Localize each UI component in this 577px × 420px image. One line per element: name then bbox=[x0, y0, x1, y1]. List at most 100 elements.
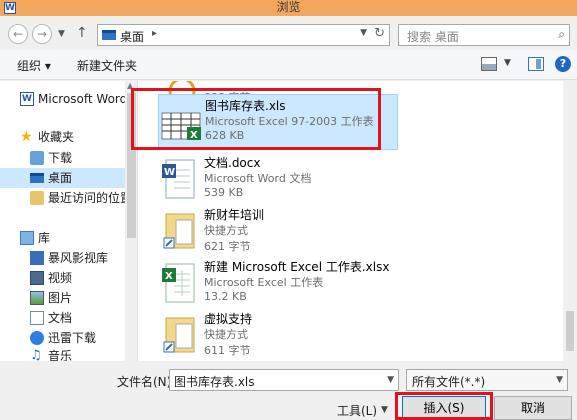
file-item-selected[interactable]: X 图书库存表.xls Microsoft Excel 97-2003 工作表 … bbox=[158, 94, 398, 150]
view-options-dropdown-icon[interactable]: ▼ bbox=[504, 58, 511, 68]
sidebar-item-libraries[interactable]: 库 bbox=[0, 228, 125, 248]
scroll-up-icon[interactable]: ▲ bbox=[127, 81, 133, 90]
picture-icon bbox=[30, 291, 44, 305]
navigation-pane: W Microsoft Word ★ 收藏夹 下载 桌面 最近访问的位置 库 暴… bbox=[0, 81, 138, 361]
desktop-folder-icon bbox=[102, 30, 116, 40]
file-type-filter-select[interactable]: 所有文件(*.*) ▼ bbox=[406, 369, 568, 391]
sidebar-item-downloads[interactable]: 下载 bbox=[0, 148, 125, 168]
cancel-button[interactable]: 取消 bbox=[494, 396, 572, 420]
sidebar-item-microsoft-word[interactable]: W Microsoft Word bbox=[0, 89, 128, 109]
file-list: 988 字节 X 图书库存表.xls Microsoft Excel 97-20… bbox=[138, 81, 563, 361]
sidebar-item-label: 图片 bbox=[48, 291, 73, 305]
file-type: 快捷方式 bbox=[204, 224, 248, 237]
breadcrumb-separator-icon[interactable]: ▸ bbox=[152, 28, 157, 39]
recent-icon bbox=[30, 191, 44, 205]
organize-button[interactable]: 组织 ▾ bbox=[17, 57, 51, 74]
sidebar-item-pictures[interactable]: 图片 bbox=[0, 288, 125, 308]
file-name: 文档.docx bbox=[204, 156, 261, 170]
file-item[interactable]: W 文档.docx Microsoft Word 文档 539 KB bbox=[158, 152, 398, 208]
sidebar-item-label: 文档 bbox=[48, 311, 73, 325]
svg-text:W: W bbox=[164, 167, 175, 178]
folder-shortcut-icon bbox=[162, 314, 198, 356]
sidebar-item-documents[interactable]: 文档 bbox=[0, 308, 125, 328]
search-placeholder: 搜索 桌面 bbox=[407, 30, 459, 44]
help-icon[interactable]: ? bbox=[555, 56, 571, 72]
sidebar-item-label: Microsoft Word bbox=[38, 92, 128, 106]
filename-value: 图书库存表.xls bbox=[174, 375, 255, 389]
file-size: 621 字节 bbox=[204, 240, 251, 253]
file-name: 虚拟支持 bbox=[204, 312, 253, 326]
file-item[interactable]: X 新建 Microsoft Excel 工作表.xlsx Microsoft … bbox=[158, 256, 428, 312]
file-name: 新建 Microsoft Excel 工作表.xlsx bbox=[204, 260, 390, 274]
sidebar-item-label: 桌面 bbox=[48, 171, 73, 185]
up-button[interactable]: ↑ bbox=[76, 25, 88, 41]
file-item[interactable]: 虚拟支持 快捷方式 611 字节 bbox=[158, 308, 398, 361]
file-size: 539 KB bbox=[204, 186, 244, 199]
file-type: 快捷方式 bbox=[204, 328, 248, 341]
file-list-scrollbar-thumb[interactable] bbox=[566, 311, 574, 351]
file-item[interactable]: 新财年培训 快捷方式 621 字节 bbox=[158, 204, 398, 260]
excel-xls-icon: X bbox=[161, 101, 203, 143]
search-input[interactable]: 搜索 桌面 ⌕ bbox=[398, 24, 570, 46]
address-bar[interactable]: 桌面 ▸ ▼ ↻ bbox=[97, 24, 390, 46]
sidebar-item-music[interactable]: ♫ 音乐 bbox=[0, 346, 125, 362]
filename-input[interactable]: 图书库存表.xls ▼ bbox=[169, 369, 399, 391]
address-dropdown-icon[interactable]: ▼ bbox=[360, 28, 367, 38]
svg-text:X: X bbox=[165, 271, 173, 282]
sidebar-item-label: 库 bbox=[38, 231, 51, 245]
music-icon: ♫ bbox=[30, 348, 42, 362]
sidebar-item-favorites[interactable]: ★ 收藏夹 bbox=[0, 127, 125, 147]
refresh-icon[interactable]: ↻ bbox=[374, 26, 385, 41]
breadcrumb-desktop[interactable]: 桌面 bbox=[120, 28, 144, 45]
file-size: 611 字节 bbox=[204, 344, 251, 357]
sidebar-item-label: 暴风影视库 bbox=[48, 251, 109, 265]
file-name: 新财年培训 bbox=[204, 208, 265, 222]
sidebar-item-baofeng-library[interactable]: 暴风影视库 bbox=[0, 248, 125, 268]
window-title: 浏览 bbox=[276, 0, 301, 14]
file-type-filter-value: 所有文件(*.*) bbox=[412, 375, 486, 389]
toolbar: 组织 ▾ 新建文件夹 ▼ ? bbox=[0, 50, 577, 80]
search-icon[interactable]: ⌕ bbox=[558, 27, 565, 42]
file-size: 628 KB bbox=[205, 129, 245, 142]
insert-button[interactable]: 插入(S) bbox=[402, 396, 486, 420]
preview-pane-icon[interactable] bbox=[528, 57, 544, 71]
file-type: Microsoft Excel 97-2003 工作表 bbox=[205, 115, 374, 128]
chevron-down-icon[interactable]: ▼ bbox=[556, 375, 563, 385]
change-view-icon[interactable] bbox=[481, 57, 497, 71]
filename-label: 文件名(N): bbox=[117, 375, 176, 389]
svg-text:X: X bbox=[190, 130, 198, 141]
dialog-footer: 文件名(N): 图书库存表.xls ▼ 所有文件(*.*) ▼ 工具(L) ▼ … bbox=[0, 361, 577, 420]
navigation-bar: ← → ▼ ↑ 桌面 ▸ ▼ ↻ 搜索 桌面 ⌕ bbox=[0, 16, 577, 50]
new-folder-button[interactable]: 新建文件夹 bbox=[77, 57, 137, 74]
sidebar-item-videos[interactable]: 视频 bbox=[0, 268, 125, 288]
sidebar-scrollbar-thumb[interactable] bbox=[127, 93, 136, 238]
thunder-icon bbox=[30, 331, 44, 345]
title-bar: W 浏览 bbox=[0, 0, 577, 16]
file-type: Microsoft Excel 工作表 bbox=[204, 276, 324, 289]
word-docx-icon: W bbox=[162, 158, 198, 200]
tools-button[interactable]: 工具(L) bbox=[337, 402, 377, 419]
chevron-down-icon[interactable]: ▼ bbox=[387, 375, 394, 385]
download-icon bbox=[30, 151, 44, 165]
sidebar-item-label: 音乐 bbox=[48, 349, 73, 361]
excel-xlsx-icon: X bbox=[162, 262, 198, 304]
sidebar-item-label: 视频 bbox=[48, 271, 73, 285]
sidebar-item-label: 迅雷下载 bbox=[48, 331, 97, 345]
sidebar-item-recent-places[interactable]: 最近访问的位置 bbox=[0, 188, 132, 208]
sidebar-item-desktop[interactable]: 桌面 bbox=[0, 168, 125, 188]
library-icon bbox=[20, 231, 34, 245]
file-name: 图书库存表.xls bbox=[205, 99, 286, 113]
desktop-icon bbox=[30, 173, 44, 183]
forward-button[interactable]: → bbox=[32, 24, 52, 44]
sidebar-item-thunder-downloads[interactable]: 迅雷下载 bbox=[0, 328, 125, 348]
sidebar-item-label: 下载 bbox=[48, 151, 73, 165]
back-button[interactable]: ← bbox=[8, 24, 28, 44]
file-type: Microsoft Word 文档 bbox=[204, 172, 312, 185]
document-icon bbox=[30, 311, 44, 325]
tools-dropdown-icon[interactable]: ▼ bbox=[381, 405, 388, 415]
recent-locations-dropdown-icon[interactable]: ▼ bbox=[58, 29, 65, 39]
folder-shortcut-icon bbox=[162, 210, 198, 252]
sidebar-scrollbar[interactable]: ▲ bbox=[125, 81, 137, 361]
file-size: 13.2 KB bbox=[204, 290, 247, 303]
file-list-scrollbar[interactable] bbox=[563, 81, 577, 361]
